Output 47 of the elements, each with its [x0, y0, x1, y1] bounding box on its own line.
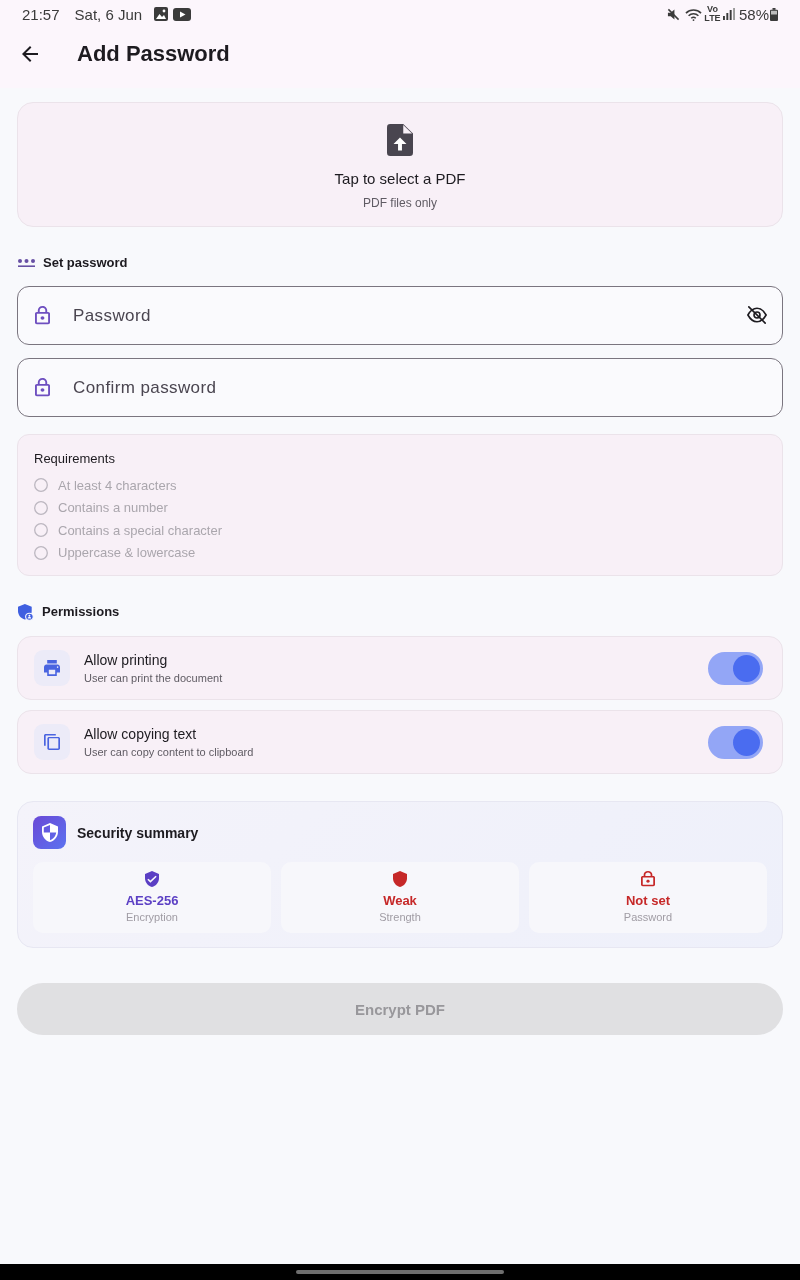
toggle-switch[interactable]: [708, 725, 763, 759]
status-date: Sat, 6 Jun: [74, 5, 143, 23]
stat-label: Password: [623, 910, 673, 924]
confirm-password-field[interactable]: Confirm password: [17, 358, 783, 417]
requirements-title: Requirements: [34, 450, 115, 468]
file-upload-icon: [387, 124, 413, 156]
signal-icon: [722, 8, 735, 20]
lock-icon: [35, 378, 50, 397]
upload-hint: PDF files only: [363, 195, 437, 211]
mute-icon: [666, 7, 680, 21]
requirement-text: Uppercase & lowercase: [58, 545, 196, 561]
battery-icon: [770, 7, 778, 21]
back-arrow-icon: [22, 46, 38, 62]
summary-title: Security summary: [77, 824, 199, 841]
image-icon: [154, 7, 169, 21]
permission-description: User can copy content to clipboard: [84, 744, 254, 760]
page-title: Add Password: [77, 40, 230, 68]
wifi-icon: [684, 7, 702, 21]
stat-value: Not set: [625, 893, 671, 909]
section-title: Permissions: [42, 603, 120, 621]
permission-description: User can print the document: [84, 670, 223, 686]
home-handle[interactable]: [296, 1270, 504, 1274]
stat-label: Encryption: [126, 910, 178, 924]
password-dots-icon: [18, 259, 35, 267]
password-field[interactable]: Password: [17, 286, 783, 345]
upload-title: Tap to select a PDF: [334, 169, 466, 189]
section-title: Set password: [43, 254, 128, 272]
lock-icon: [35, 306, 50, 325]
requirement-text: At least 4 characters: [58, 477, 177, 493]
video-play-icon: [173, 7, 192, 21]
upload-card[interactable]: Tap to select a PDF PDF files only: [17, 102, 783, 227]
network-type-label: Vo LTE: [703, 5, 721, 23]
toggle-switch[interactable]: [708, 651, 763, 685]
stat-label: Strength: [379, 910, 421, 924]
battery-percent: 58%: [738, 5, 769, 23]
stat-value: Weak: [383, 893, 417, 909]
permission-title: Allow printing: [84, 650, 168, 669]
eye-slash-icon[interactable]: [747, 306, 767, 324]
status-time: 21:57: [22, 5, 60, 23]
requirement-text: Contains a special character: [58, 522, 223, 538]
printer-icon: [34, 650, 70, 686]
copy-icon: [34, 724, 70, 760]
permission-title: Allow copying text: [84, 724, 197, 743]
stat-value: AES-256: [125, 893, 179, 909]
shield-icon: [33, 816, 66, 849]
requirement-text: Contains a number: [58, 500, 168, 516]
shield-badge-icon: [18, 603, 34, 621]
